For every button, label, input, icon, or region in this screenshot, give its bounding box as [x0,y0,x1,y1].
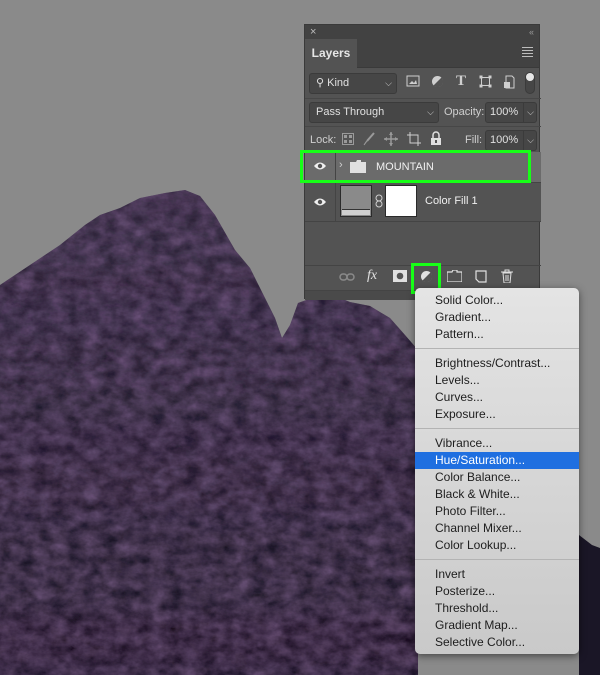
menu-item-pattern[interactable]: Pattern... [415,326,579,343]
blend-mode-value: Pass Through [316,106,385,118]
type-filter-icon[interactable]: T [454,73,468,90]
fill-value: 100% [490,134,519,146]
highlight-mountain-layer [300,150,531,183]
lock-transparent-pixels-icon[interactable] [342,133,354,148]
lock-position-icon[interactable] [384,132,398,149]
image-filter-icon[interactable] [405,75,421,89]
menu-item-color-balance[interactable]: Color Balance... [415,469,579,486]
menu-item-gradient-map[interactable]: Gradient Map... [415,617,579,634]
menu-separator [415,559,579,560]
menu-separator [415,348,579,349]
shape-filter-icon[interactable] [478,75,492,89]
mountain-right-edge [579,535,600,675]
panel-title-bar: × ‹‹ [305,25,539,39]
menu-item-selective-color[interactable]: Selective Color... [415,634,579,651]
fill-input[interactable]: 100% ⌵ [485,130,537,151]
panel-tab-bar: Layers [305,39,539,68]
opacity-label: Opacity: [444,106,485,118]
smart-object-filter-icon[interactable] [502,75,516,89]
close-panel-button[interactable]: × [310,25,316,39]
lock-row: Lock: Fill: 100% ⌵ [305,126,541,153]
chain-link-icon[interactable] [375,194,383,211]
menu-item-posterize[interactable]: Posterize... [415,583,579,600]
opacity-dropdown-icon[interactable]: ⌵ [523,103,534,122]
fill-thumbnail [340,185,372,217]
lock-all-icon[interactable] [430,131,442,148]
layer-mask-thumbnail[interactable] [385,185,417,217]
kind-label: Kind [327,77,350,89]
search-icon: ⚲ [316,77,328,89]
group-folder-icon[interactable] [446,269,463,285]
lock-image-pixels-icon[interactable] [363,132,375,149]
menu-item-brightness-contrast[interactable]: Brightness/Contrast... [415,355,579,372]
menu-item-solid-color[interactable]: Solid Color... [415,292,579,309]
menu-item-channel-mixer[interactable]: Channel Mixer... [415,520,579,537]
layer-row-color-fill-1[interactable]: Color Fill 1 [305,183,541,222]
chevron-down-icon: ⌵ [385,78,392,88]
menu-item-levels[interactable]: Levels... [415,372,579,389]
blend-row: Pass Through ⌵ Opacity: 100% ⌵ [305,98,541,125]
menu-item-color-lookup[interactable]: Color Lookup... [415,537,579,554]
blend-mode-select[interactable]: Pass Through ⌵ [309,102,439,123]
filter-toggle-switch[interactable] [525,72,535,94]
layer-name[interactable]: Color Fill 1 [425,195,478,207]
opacity-input[interactable]: 100% ⌵ [485,102,537,123]
add-mask-icon[interactable] [393,270,407,285]
tab-layers[interactable]: Layers [305,39,357,68]
menu-item-photo-filter[interactable]: Photo Filter... [415,503,579,520]
fill-dropdown-icon[interactable]: ⌵ [523,131,534,150]
filter-kind-select[interactable]: ⚲ Kind ⌵ [309,73,397,94]
trash-icon[interactable] [501,269,513,286]
menu-item-threshold[interactable]: Threshold... [415,600,579,617]
menu-item-vibrance[interactable]: Vibrance... [415,435,579,452]
lock-label: Lock: [310,134,337,146]
lock-artboard-icon[interactable] [407,132,421,149]
opacity-value: 100% [490,106,519,118]
menu-item-curves[interactable]: Curves... [415,389,579,406]
adjustment-layer-menu: Solid Color... Gradient... Pattern... Brigh… [415,288,579,654]
fx-icon[interactable]: fx [367,268,377,284]
link-icon[interactable] [339,271,355,285]
hamburger-menu-icon[interactable] [522,47,533,57]
filter-row: ⚲ Kind ⌵ T [305,70,541,96]
collapse-panel-button[interactable]: ‹‹ [529,25,534,39]
menu-item-black-white[interactable]: Black & White... [415,486,579,503]
menu-item-invert[interactable]: Invert [415,566,579,583]
visibility-eye-icon[interactable] [313,196,327,210]
adjustment-filter-icon[interactable] [430,75,444,89]
fill-label: Fill: [465,134,483,146]
menu-item-gradient[interactable]: Gradient... [415,309,579,326]
toggle-knob [526,73,534,81]
menu-separator [415,428,579,429]
menu-item-hue-saturation[interactable]: Hue/Saturation... [415,452,579,469]
menu-item-exposure[interactable]: Exposure... [415,406,579,423]
chevron-down-icon: ⌵ [427,107,434,117]
new-layer-icon[interactable] [475,270,487,286]
